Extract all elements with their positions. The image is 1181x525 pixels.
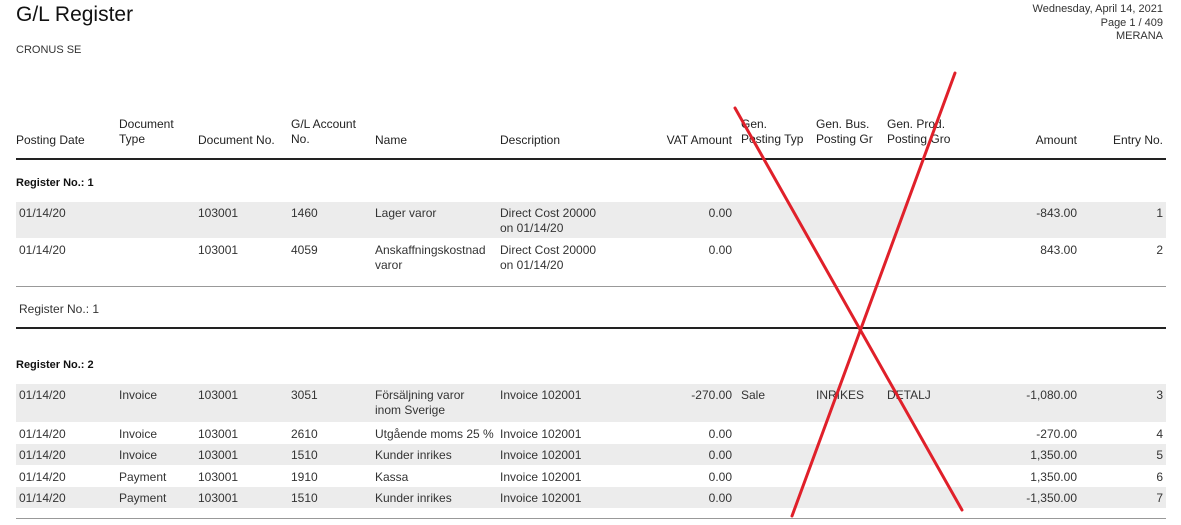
strike-through-annotation (733, 71, 964, 518)
annotation-stroke-2 (790, 71, 957, 518)
annotation-stroke-1 (733, 106, 964, 512)
